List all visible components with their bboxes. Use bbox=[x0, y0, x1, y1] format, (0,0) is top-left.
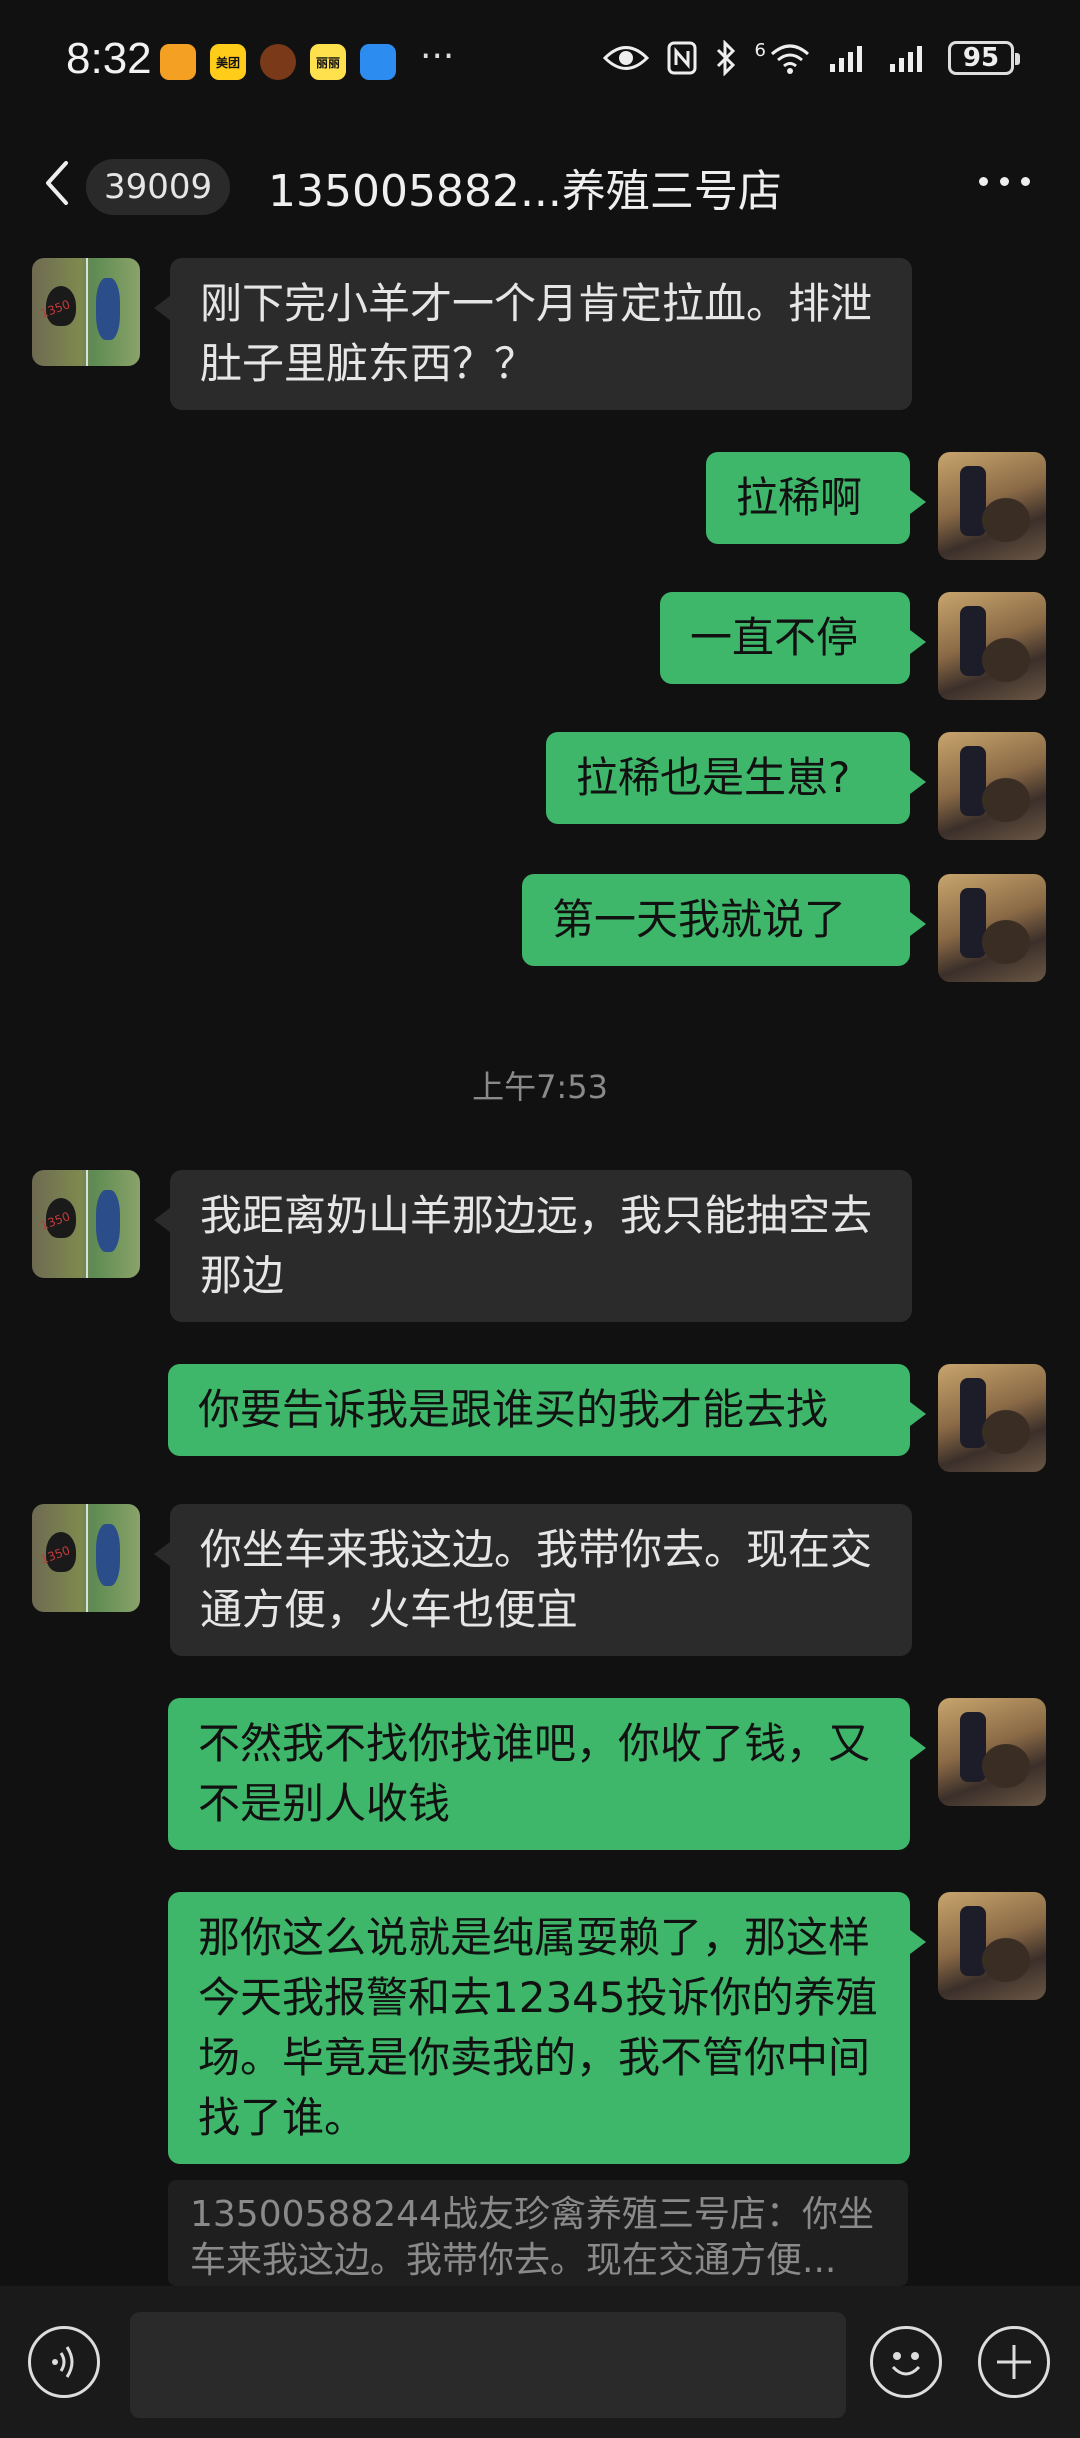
message-bubble-outgoing[interactable]: 一直不停 bbox=[660, 592, 926, 684]
signal-sim2-icon bbox=[890, 46, 922, 72]
status-bar: 8:32 美团 丽丽 ··· 6 95 bbox=[0, 0, 1080, 130]
wifi-icon bbox=[771, 44, 809, 74]
avatar-app-icon bbox=[260, 44, 296, 80]
contact-avatar[interactable]: 1350 bbox=[32, 258, 140, 366]
user-avatar[interactable] bbox=[938, 452, 1046, 560]
back-arrow-icon[interactable] bbox=[36, 153, 80, 213]
app-yellow-icon: 丽丽 bbox=[310, 44, 346, 80]
network-type-label: 6 bbox=[754, 39, 766, 61]
bluetooth-icon bbox=[716, 40, 735, 76]
emoji-button[interactable] bbox=[870, 2326, 942, 2398]
user-avatar[interactable] bbox=[938, 874, 1046, 982]
more-notifications-icon: ··· bbox=[420, 36, 455, 77]
message-bubble-outgoing[interactable]: 拉稀也是生崽? bbox=[546, 732, 926, 824]
voice-icon bbox=[52, 2346, 74, 2378]
user-avatar[interactable] bbox=[938, 1364, 1046, 1472]
user-avatar[interactable] bbox=[938, 1698, 1046, 1806]
more-options-icon[interactable] bbox=[979, 177, 1030, 186]
notification-app-icons: 美团 丽丽 bbox=[160, 44, 396, 80]
chat-header: 39009 135005882...养殖三号店 bbox=[0, 135, 1080, 235]
status-time: 8:32 bbox=[66, 34, 152, 83]
quoted-message-preview[interactable]: 13500588244战友珍禽养殖三号店：你坐车来我这边。我带你去。现在交通方便… bbox=[168, 2180, 908, 2286]
nfc-icon bbox=[667, 41, 697, 75]
message-bubble-outgoing[interactable]: 那你这么说就是纯属耍赖了，那这样今天我报警和去12345投诉你的养殖场。毕竟是你… bbox=[168, 1892, 926, 2164]
app-orange-icon bbox=[160, 44, 196, 80]
message-bubble-incoming[interactable]: 我距离奶山羊那边远，我只能抽空去那边 bbox=[154, 1170, 912, 1322]
contact-avatar[interactable]: 1350 bbox=[32, 1504, 140, 1612]
system-status-icons: 6 95 bbox=[602, 39, 1020, 76]
cloud-app-icon bbox=[360, 44, 396, 80]
eye-icon bbox=[602, 46, 649, 70]
message-bubble-outgoing[interactable]: 第一天我就说了 bbox=[522, 874, 926, 966]
message-bubble-outgoing[interactable]: 不然我不找你找谁吧，你收了钱，又不是别人收钱 bbox=[168, 1698, 926, 1850]
contact-avatar[interactable]: 1350 bbox=[32, 1170, 140, 1278]
signal-sim1-icon bbox=[830, 46, 862, 72]
message-bubble-outgoing[interactable]: 拉稀啊 bbox=[706, 452, 926, 544]
message-bubble-incoming[interactable]: 你坐车来我这边。我带你去。现在交通方便，火车也便宜 bbox=[154, 1504, 912, 1656]
message-timestamp: 上午7:53 bbox=[472, 1068, 608, 1106]
message-bubble-outgoing[interactable]: 你要告诉我是跟谁买的我才能去找 bbox=[168, 1364, 926, 1456]
unread-count-badge[interactable]: 39009 bbox=[86, 159, 231, 215]
plus-icon bbox=[997, 2345, 1031, 2379]
user-avatar[interactable] bbox=[938, 592, 1046, 700]
message-bubble-incoming[interactable]: 刚下完小羊才一个月肯定拉血。排泄肚子里脏东西？？ bbox=[154, 258, 912, 410]
emoji-icon bbox=[891, 2352, 921, 2376]
user-avatar[interactable] bbox=[938, 732, 1046, 840]
chat-title: 135005882...养殖三号店 bbox=[268, 166, 782, 217]
meituan-icon: 美团 bbox=[210, 44, 246, 80]
voice-input-button[interactable] bbox=[28, 2326, 100, 2398]
battery-indicator: 95 bbox=[948, 41, 1020, 75]
message-input[interactable] bbox=[130, 2312, 846, 2418]
user-avatar[interactable] bbox=[938, 1892, 1046, 2000]
more-actions-button[interactable] bbox=[978, 2326, 1050, 2398]
input-bar bbox=[0, 2286, 1080, 2438]
